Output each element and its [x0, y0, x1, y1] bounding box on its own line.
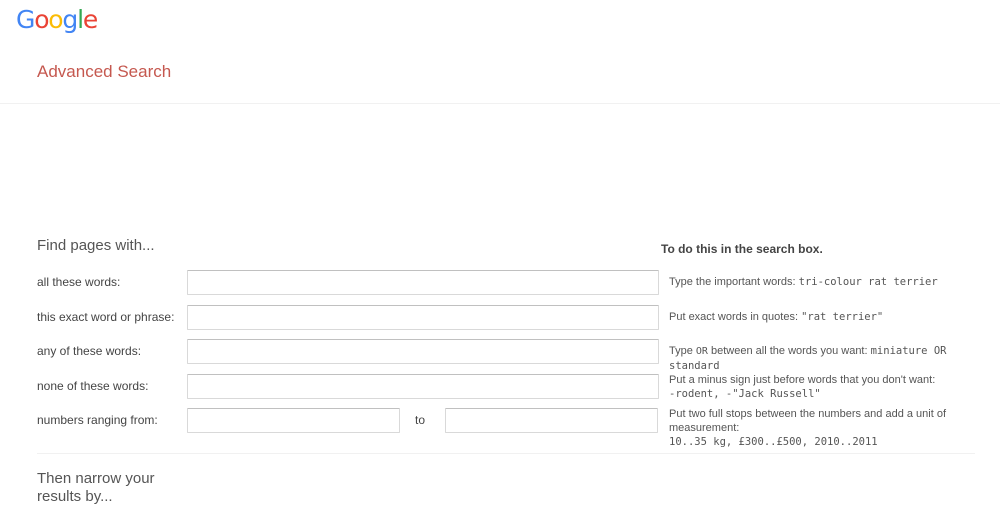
field-numbers-to	[445, 408, 658, 433]
help-text: Put exact words in quotes:	[669, 311, 801, 323]
label-numbers-ranging: numbers ranging from:	[37, 412, 158, 428]
find-pages-heading: Find pages with...	[37, 237, 197, 255]
label-none-of-these-words: none of these words:	[37, 378, 148, 394]
logo-letter-o2: o	[48, 5, 62, 34]
help-all-these-words: Type the important words: tri-colour rat…	[669, 275, 991, 289]
help-code: "rat terrier"	[801, 311, 883, 323]
help-exact-phrase: Put exact words in quotes: "rat terrier"	[669, 310, 991, 324]
help-text: Type the important words:	[669, 276, 799, 288]
label-exact-phrase: this exact word or phrase:	[37, 309, 174, 325]
page-header: Google Advanced Search	[0, 0, 1000, 96]
search-box-help-heading: To do this in the search box.	[661, 240, 823, 258]
help-code: -rodent, -"Jack Russell"	[669, 388, 821, 400]
input-any-of-these-words[interactable]	[187, 339, 659, 364]
section-divider	[37, 453, 975, 454]
help-none-of-these-words: Put a minus sign just before words that …	[669, 373, 991, 401]
row-any-of-these-words: any of these words: Type OR between all …	[0, 339, 1000, 369]
input-exact-phrase[interactable]	[187, 305, 659, 330]
row-exact-phrase: this exact word or phrase: Put exact wor…	[0, 305, 1000, 335]
field-numbers-from	[187, 408, 400, 433]
logo-letter-g2: g	[62, 5, 77, 34]
input-numbers-from[interactable]	[187, 408, 400, 433]
narrow-results-heading: Then narrow your results by...	[37, 470, 197, 506]
help-text: Put a minus sign just before words that …	[669, 374, 935, 386]
help-code: 10..35 kg, £300..£500, 2010..2011	[669, 436, 878, 448]
logo-letter-o1: o	[34, 5, 48, 34]
field-exact-phrase	[187, 305, 659, 330]
row-numbers-ranging: numbers ranging from: to Put two full st…	[0, 408, 1000, 438]
input-numbers-to[interactable]	[445, 408, 658, 433]
row-all-these-words: all these words: Type the important word…	[0, 270, 1000, 300]
input-all-these-words[interactable]	[187, 270, 659, 295]
row-none-of-these-words: none of these words: Put a minus sign ju…	[0, 374, 1000, 404]
label-any-of-these-words: any of these words:	[37, 343, 141, 359]
label-all-these-words: all these words:	[37, 274, 120, 290]
numbers-range-separator: to	[415, 413, 425, 427]
field-any-of-these-words	[187, 339, 659, 364]
google-logo[interactable]: Google	[16, 6, 97, 34]
header-divider	[0, 103, 1000, 104]
field-none-of-these-words	[187, 374, 659, 399]
help-operator: OR	[696, 346, 708, 357]
field-all-these-words	[187, 270, 659, 295]
help-any-of-these-words: Type OR between all the words you want: …	[669, 344, 991, 373]
help-numbers-ranging: Put two full stops between the numbers a…	[669, 407, 991, 449]
help-text-2: between all the words you want:	[708, 345, 871, 357]
help-text: Type	[669, 345, 696, 357]
logo-letter-g1: G	[16, 5, 34, 34]
page-title: Advanced Search	[37, 62, 171, 82]
help-code: tri-colour rat terrier	[799, 276, 938, 288]
logo-letter-e: e	[83, 5, 97, 34]
input-none-of-these-words[interactable]	[187, 374, 659, 399]
help-text: Put two full stops between the numbers a…	[669, 408, 946, 434]
